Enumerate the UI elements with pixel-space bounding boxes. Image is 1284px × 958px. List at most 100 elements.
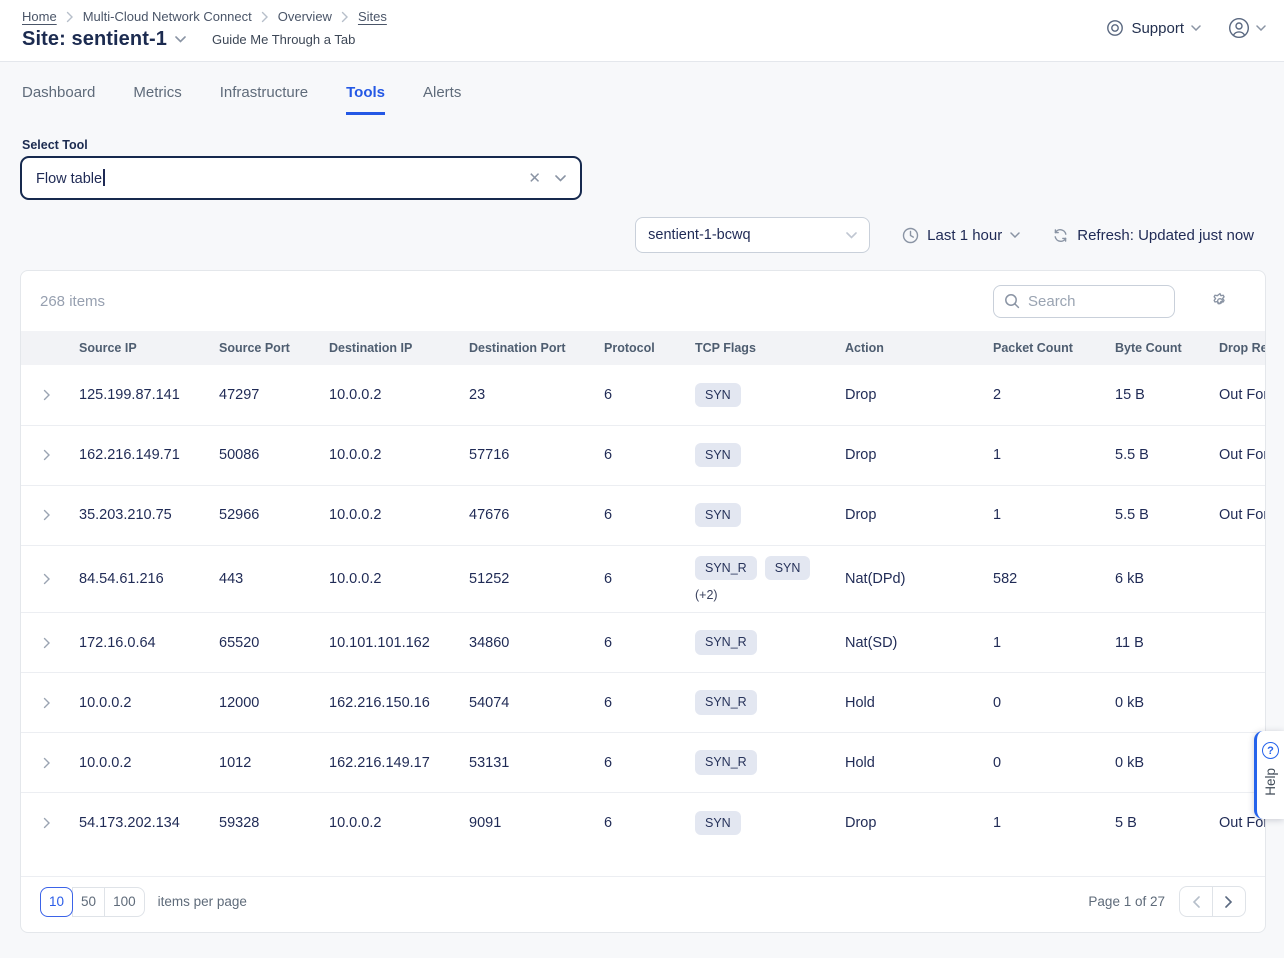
cell-byte-count: 6 kB bbox=[1115, 545, 1219, 613]
instance-select[interactable]: sentient-1-bcwq bbox=[635, 217, 870, 253]
cell-packet-count: 0 bbox=[993, 733, 1115, 793]
page-size-50[interactable]: 50 bbox=[72, 887, 105, 917]
row-expand-icon[interactable] bbox=[21, 449, 73, 461]
support-menu[interactable]: Support bbox=[1106, 19, 1201, 37]
table-header-row: Source IPSource PortDestination IPDestin… bbox=[21, 331, 1265, 365]
card-toolbar: 268 items bbox=[21, 271, 1265, 331]
items-per-page-label: items per page bbox=[158, 894, 247, 909]
time-range-select[interactable]: Last 1 hour bbox=[902, 227, 1020, 244]
breadcrumb-item-home[interactable]: Home bbox=[22, 9, 57, 24]
row-expand-icon[interactable] bbox=[21, 757, 73, 769]
page-size-10[interactable]: 10 bbox=[40, 887, 73, 917]
cell-protocol: 6 bbox=[604, 793, 695, 853]
tcp-flag-badge: SYN bbox=[695, 811, 741, 836]
cell-byte-count: 11 B bbox=[1115, 613, 1219, 673]
cell-action: Drop bbox=[845, 425, 993, 485]
cell-action: Nat(SD) bbox=[845, 613, 993, 673]
expander-cell bbox=[21, 545, 79, 613]
cell-tcp-flags: SYN_RSYN(+2) bbox=[695, 545, 845, 613]
cell-protocol: 6 bbox=[604, 365, 695, 425]
clock-icon bbox=[902, 227, 919, 244]
cell-packet-count: 1 bbox=[993, 485, 1115, 545]
site-switcher-chevron-down-icon[interactable] bbox=[175, 36, 186, 43]
tab-dashboard[interactable]: Dashboard bbox=[22, 84, 95, 115]
search-input[interactable] bbox=[1028, 293, 1148, 310]
cell-destination-port: 34860 bbox=[469, 613, 604, 673]
tcp-flag-badge: SYN_R bbox=[695, 690, 757, 715]
cell-drop-reason: Out For bbox=[1219, 425, 1265, 485]
cell-packet-count: 2 bbox=[993, 365, 1115, 425]
cell-action: Drop bbox=[845, 793, 993, 853]
tcp-flag-badge: SYN bbox=[695, 443, 741, 468]
next-page-button[interactable] bbox=[1212, 886, 1246, 917]
cell-source-ip: 10.0.0.2 bbox=[79, 733, 219, 793]
cell-destination-ip: 10.0.0.2 bbox=[329, 793, 469, 853]
table-row: 125.199.87.1414729710.0.0.2236SYNDrop215… bbox=[21, 365, 1265, 425]
cell-protocol: 6 bbox=[604, 425, 695, 485]
chevron-right-icon bbox=[43, 573, 51, 585]
cell-destination-ip: 162.216.149.17 bbox=[329, 733, 469, 793]
expander-cell bbox=[21, 425, 79, 485]
table-row: 84.54.61.21644310.0.0.2512526SYN_RSYN(+2… bbox=[21, 545, 1265, 613]
breadcrumb-item-sites[interactable]: Sites bbox=[358, 9, 387, 24]
chevron-right-icon bbox=[1225, 896, 1233, 908]
select-tool-combobox[interactable]: Flow table ✕ bbox=[20, 156, 582, 200]
cell-byte-count: 5.5 B bbox=[1115, 425, 1219, 485]
row-expand-icon[interactable] bbox=[21, 389, 73, 401]
cell-destination-port: 57716 bbox=[469, 425, 604, 485]
title-row: Site: sentient-1 Guide Me Through a Tab bbox=[22, 28, 355, 51]
clear-icon[interactable]: ✕ bbox=[528, 171, 541, 186]
refresh-icon bbox=[1052, 227, 1069, 244]
row-expand-icon[interactable] bbox=[21, 817, 73, 829]
tab-metrics[interactable]: Metrics bbox=[133, 84, 181, 115]
page-info: Page 1 of 27 bbox=[1088, 894, 1165, 909]
row-expand-icon[interactable] bbox=[21, 697, 73, 709]
tab-alerts[interactable]: Alerts bbox=[423, 84, 461, 115]
tcp-flags-badges: SYN bbox=[695, 503, 833, 528]
tab-bar: Dashboard Metrics Infrastructure Tools Alert… bbox=[22, 84, 461, 115]
column-header-source-port: Source Port bbox=[219, 331, 329, 365]
chevron-right-icon bbox=[66, 11, 74, 23]
chevron-down-icon[interactable] bbox=[555, 175, 566, 182]
support-label: Support bbox=[1131, 20, 1184, 37]
expander-cell bbox=[21, 365, 79, 425]
cell-source-port: 52966 bbox=[219, 485, 329, 545]
app-header: HomeMulti-Cloud Network ConnectOverviewS… bbox=[0, 0, 1284, 62]
cell-action: Hold bbox=[845, 673, 993, 733]
tcp-flags-badges: SYN bbox=[695, 383, 833, 408]
flow-table-card: 268 items Source IPSource PortDestinatio… bbox=[20, 270, 1266, 933]
account-menu[interactable] bbox=[1227, 16, 1266, 40]
cell-packet-count: 0 bbox=[993, 673, 1115, 733]
gear-icon bbox=[1211, 292, 1229, 310]
expander-cell bbox=[21, 793, 79, 853]
table-toolbar: sentient-1-bcwq Last 1 hour Refresh: Upd… bbox=[635, 217, 1254, 253]
refresh-label: Refresh: Updated just now bbox=[1077, 227, 1254, 244]
previous-page-button[interactable] bbox=[1179, 886, 1213, 917]
chevron-right-icon bbox=[43, 757, 51, 769]
cell-byte-count: 15 B bbox=[1115, 365, 1219, 425]
tab-tools[interactable]: Tools bbox=[346, 84, 385, 115]
help-tab[interactable]: ? Help bbox=[1254, 731, 1284, 819]
tcp-flags-badges: SYN bbox=[695, 443, 833, 468]
tab-infrastructure[interactable]: Infrastructure bbox=[220, 84, 308, 115]
row-expand-icon[interactable] bbox=[21, 637, 73, 649]
cell-action: Drop bbox=[845, 365, 993, 425]
breadcrumb-separator-icon bbox=[66, 11, 74, 23]
row-expand-icon[interactable] bbox=[21, 509, 73, 521]
cell-drop-reason bbox=[1219, 673, 1265, 733]
chevron-down-icon bbox=[1191, 25, 1201, 31]
chevron-right-icon bbox=[261, 11, 269, 23]
chevron-right-icon bbox=[43, 389, 51, 401]
chevron-down-icon bbox=[1256, 25, 1266, 31]
refresh-button[interactable]: Refresh: Updated just now bbox=[1052, 227, 1254, 244]
expander-cell bbox=[21, 733, 79, 793]
row-expand-icon[interactable] bbox=[21, 573, 73, 585]
column-header-destination-port: Destination Port bbox=[469, 331, 604, 365]
guide-me-link[interactable]: Guide Me Through a Tab bbox=[212, 32, 355, 47]
table-settings-button[interactable] bbox=[1211, 292, 1229, 310]
column-header-action: Action bbox=[845, 331, 993, 365]
page-size-100[interactable]: 100 bbox=[104, 887, 145, 917]
page-title: Site: sentient-1 bbox=[22, 28, 167, 51]
support-icon bbox=[1106, 19, 1124, 37]
items-count: 268 items bbox=[40, 293, 105, 310]
